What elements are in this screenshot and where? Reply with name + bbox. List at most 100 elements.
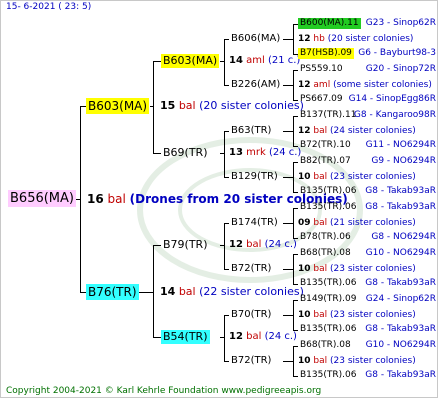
connector-line — [283, 223, 293, 224]
root-species: bal — [107, 192, 126, 206]
g3-species: bal — [313, 310, 328, 320]
g4-node[interactable]: B135(TR).06 — [298, 278, 358, 289]
g4-location: G10 - NO6294R — [365, 340, 436, 350]
g3-node[interactable]: B226(AM) — [229, 79, 282, 91]
g3-node[interactable]: B72(TR) — [229, 355, 273, 367]
g3-count: 09 — [298, 218, 311, 228]
g4-location: G8 - Takab93aR — [365, 324, 436, 334]
connector-line — [293, 116, 294, 147]
g2-node[interactable]: B54(TR) — [161, 330, 210, 344]
connector-line — [153, 61, 161, 62]
g4-location: G14 - SinopEgg86R — [348, 94, 436, 104]
g3-count: 10 — [298, 264, 311, 274]
connector-line — [283, 177, 293, 178]
g3-node[interactable]: B174(TR) — [229, 217, 280, 229]
connector-line — [293, 346, 294, 377]
g4-node[interactable]: B72(TR).10 — [298, 140, 353, 151]
g2-colonies: (24 c.) — [264, 239, 297, 250]
g3-colonies: (23 sister colonies) — [330, 172, 416, 182]
g3-colonies: (23 sister colonies) — [330, 264, 416, 274]
g4-node[interactable]: B135(TR).06 — [298, 186, 358, 197]
g4-location: G6 - Bayburt98-3 — [358, 48, 436, 58]
g2-species: mrk — [246, 147, 266, 158]
g4-location: G8 - Takab93aR — [365, 202, 436, 212]
g3-info: 10 bal (23 sister colonies) — [298, 310, 416, 321]
g4-node[interactable]: B149(TR).09 — [298, 294, 358, 305]
g2-colonies: (21 c.) — [267, 55, 301, 66]
g4-node[interactable]: PS559.10 — [298, 64, 345, 75]
g1-colonies: (22 sister colonies) — [199, 285, 304, 298]
g4-location: G8 - Takab93aR — [365, 370, 436, 380]
g3-info: 10 bal (23 sister colonies) — [298, 172, 416, 183]
g2-node[interactable]: B79(TR) — [161, 238, 210, 252]
g3-node[interactable]: B129(TR) — [229, 171, 280, 183]
g4-node[interactable]: B600(MA).11 — [298, 18, 361, 29]
g2-node[interactable]: B603(MA) — [161, 54, 220, 68]
g4-node[interactable]: B135(TR).06 — [298, 370, 358, 381]
g4-node[interactable]: B82(TR).07 — [298, 156, 353, 167]
g4-location: G20 - Sinop72R — [365, 64, 436, 74]
g3-info: 09 bal (21 sister colonies) — [298, 218, 416, 229]
connector-line — [293, 208, 294, 239]
root-queen[interactable]: B656(MA) — [8, 190, 76, 207]
g3-species: bal — [313, 126, 328, 136]
g3-info: 12 bal (24 sister colonies) — [298, 126, 416, 137]
connector-line — [220, 153, 224, 154]
g3-species: aml — [313, 80, 331, 90]
g3-count: 12 — [298, 126, 311, 136]
g4-node[interactable]: B7(HSB).09 — [298, 48, 354, 59]
connector-line — [224, 131, 225, 178]
g4-location: G8 - NO6294R — [371, 232, 436, 242]
g2-info: 12 bal (24 c.) — [229, 239, 297, 251]
g2-count: 13 — [229, 147, 243, 158]
g4-location: G10 - NO6294R — [365, 248, 436, 258]
g3-count: 10 — [298, 172, 311, 182]
connector-line — [293, 300, 294, 331]
g1-info: 14 bal (22 sister colonies) — [160, 285, 304, 299]
g2-count: 14 — [229, 55, 243, 66]
g2-species: aml — [246, 55, 265, 66]
g1-node[interactable]: B603(MA) — [86, 98, 150, 114]
g4-node[interactable]: B135(TR).06 — [298, 324, 358, 335]
g3-node[interactable]: B70(TR) — [229, 309, 273, 321]
connector-line — [80, 106, 81, 293]
g3-colonies: (23 sister colonies) — [330, 356, 416, 366]
g3-colonies: (20 sister colonies) — [327, 34, 414, 44]
connector-line — [153, 337, 161, 338]
g4-node[interactable]: B78(TR).06 — [298, 232, 353, 243]
connector-line — [283, 39, 293, 40]
g2-count: 12 — [229, 239, 243, 250]
g3-colonies: (24 sister colonies) — [330, 126, 416, 136]
connector-line — [153, 153, 161, 154]
g1-count: 14 — [160, 285, 176, 298]
g3-node[interactable]: B606(MA) — [229, 33, 282, 45]
g1-info: 15 bal (20 sister colonies) — [160, 99, 304, 113]
g3-info: 12 hb (20 sister colonies) — [298, 34, 413, 45]
connector-line — [293, 162, 294, 193]
g3-species: bal — [313, 172, 328, 182]
g3-species: hb — [313, 34, 325, 44]
g2-count: 12 — [229, 331, 243, 342]
g4-node[interactable]: B68(TR).08 — [298, 248, 353, 259]
g3-info: 10 bal (23 sister colonies) — [298, 356, 416, 367]
g4-node[interactable]: B68(TR).08 — [298, 340, 353, 351]
g2-node[interactable]: B69(TR) — [161, 146, 210, 160]
g3-count: 10 — [298, 356, 311, 366]
g3-species: bal — [313, 264, 328, 274]
date-header: 15- 6-2021 ( 23: 5) — [6, 2, 92, 12]
connector-line — [220, 245, 224, 246]
g4-node[interactable]: PS667.09 — [298, 94, 345, 105]
g1-species: bal — [178, 285, 196, 298]
g3-node[interactable]: B72(TR) — [229, 263, 273, 275]
g3-info: 10 bal (23 sister colonies) — [298, 264, 416, 275]
g1-node[interactable]: B76(TR) — [86, 284, 139, 300]
connector-line — [137, 292, 153, 293]
g4-node[interactable]: B137(TR).11 — [298, 110, 358, 121]
connector-line — [220, 61, 224, 62]
g1-colonies: (20 sister colonies) — [199, 99, 304, 112]
g3-info: 12 aml (some sister colonies) — [298, 80, 432, 91]
g3-node[interactable]: B63(TR) — [229, 125, 273, 137]
g2-species: bal — [246, 239, 262, 250]
g4-node[interactable]: B135(TR).06 — [298, 202, 358, 213]
connector-line — [153, 245, 161, 246]
